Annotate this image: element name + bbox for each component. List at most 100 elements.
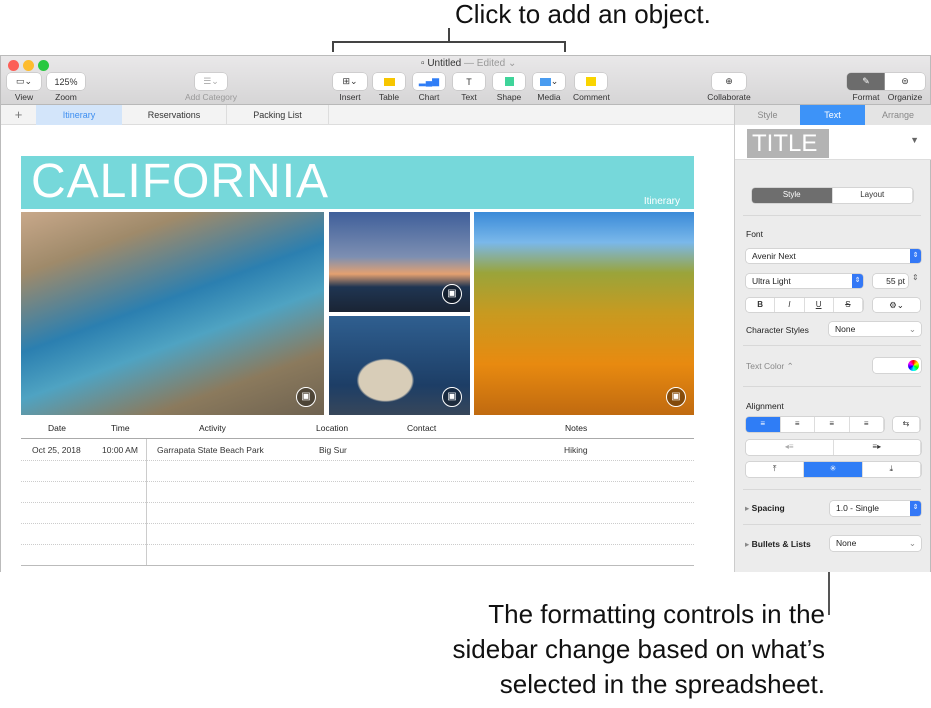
underline-button[interactable]: U: [805, 298, 834, 312]
close-button[interactable]: [8, 60, 19, 71]
disclosure-triangle-icon[interactable]: ▸: [745, 539, 749, 549]
character-styles-label: Character Styles: [746, 325, 809, 335]
add-sheet-button[interactable]: +: [1, 105, 36, 125]
line-spacing-select[interactable]: 1.0 - Single ⇕: [830, 501, 921, 516]
tab-reservations[interactable]: Reservations: [122, 105, 227, 125]
photo-sea-lions[interactable]: ▣: [329, 316, 470, 415]
align-left-icon[interactable]: ≡: [746, 417, 781, 432]
text-color-label[interactable]: Text Color ⌃: [746, 361, 794, 372]
tab-packing-list[interactable]: Packing List: [227, 105, 329, 125]
paragraph-style-picker[interactable]: TITLE ▼: [735, 125, 931, 160]
vertical-alignment[interactable]: ⤒ ✳ ⤓: [746, 462, 921, 477]
font-weight-select[interactable]: Ultra Light ⇕: [746, 274, 863, 288]
row-divider: [21, 481, 694, 482]
banner-subtitle[interactable]: Itinerary: [644, 196, 680, 207]
tab-arrange[interactable]: Arrange: [865, 105, 931, 125]
label: Collaborate: [707, 92, 751, 102]
label: Comment: [573, 92, 610, 102]
column-header-location[interactable]: Location: [316, 423, 348, 433]
justify-icon[interactable]: ≡: [850, 417, 884, 432]
photo-poppies[interactable]: ▣: [474, 212, 694, 415]
format-button[interactable]: ✎ Format: [847, 73, 885, 102]
character-styles-select[interactable]: None ⌄: [829, 322, 921, 336]
add-category-button[interactable]: ☰⌄ Add Category: [181, 73, 241, 102]
tab-text[interactable]: Text: [800, 105, 865, 125]
zoom-window-button[interactable]: [38, 60, 49, 71]
photo-coast[interactable]: ▣: [21, 212, 324, 415]
font-size-stepper[interactable]: ⇕: [912, 273, 919, 282]
insert-button[interactable]: ⊞⌄ Insert: [333, 73, 367, 102]
indent-buttons[interactable]: ◂≡ ≡▸: [746, 440, 921, 455]
document-icon: ▫: [421, 58, 425, 69]
cell-location[interactable]: Big Sur: [319, 445, 347, 455]
increase-indent-icon[interactable]: ≡▸: [834, 440, 921, 455]
bullets-select[interactable]: None ⌄: [830, 536, 921, 551]
image-icon[interactable]: ▣: [442, 387, 462, 407]
view-button[interactable]: ▭⌄ View: [7, 73, 41, 102]
italic-button[interactable]: I: [775, 298, 805, 312]
disclosure-triangle-icon[interactable]: ▸: [745, 503, 749, 513]
align-right-icon[interactable]: ≡: [815, 417, 850, 432]
dropdown-triangle-icon[interactable]: ▼: [910, 135, 919, 145]
text-direction-button[interactable]: ⇆: [893, 417, 920, 432]
label: Format: [852, 92, 880, 102]
category-list-icon: ☰⌄: [195, 73, 227, 90]
bold-button[interactable]: B: [746, 298, 776, 312]
spacing-section[interactable]: ▸ Spacing: [745, 503, 785, 514]
text-button[interactable]: T Text: [453, 73, 485, 102]
color-wheel-icon[interactable]: [908, 360, 919, 371]
segment-layout[interactable]: Layout: [833, 188, 913, 203]
label: Text: [461, 92, 477, 102]
banner-title[interactable]: CALIFORNIA: [31, 154, 329, 209]
image-icon[interactable]: ▣: [442, 284, 462, 304]
organize-button[interactable]: ⊜ Organize: [885, 73, 925, 102]
column-header-time[interactable]: Time: [111, 423, 130, 433]
align-top-icon[interactable]: ⤒: [746, 462, 805, 477]
column-header-date[interactable]: Date: [48, 423, 66, 433]
sheet-tabs: + Itinerary Reservations Packing List: [1, 105, 734, 125]
font-size-field[interactable]: 55 pt: [873, 274, 908, 288]
text-direction-icon[interactable]: ⇆: [893, 417, 920, 432]
photo-lighthouse[interactable]: ▣: [329, 212, 470, 312]
horizontal-alignment[interactable]: ≡ ≡ ≡ ≡: [746, 417, 884, 432]
table-button[interactable]: Table: [373, 73, 405, 102]
comment-button[interactable]: Comment: [573, 73, 610, 102]
shape-button[interactable]: Shape: [493, 73, 525, 102]
minimize-button[interactable]: [23, 60, 34, 71]
cell-activity[interactable]: Garrapata State Beach Park: [157, 445, 264, 455]
font-label: Font: [746, 229, 764, 239]
spacing-value: 1.0 - Single: [836, 503, 879, 513]
media-button[interactable]: ⌄ Media: [533, 73, 565, 102]
collaborate-button[interactable]: ⊕ Collaborate: [706, 73, 752, 102]
title-banner[interactable]: CALIFORNIA Itinerary: [21, 154, 694, 209]
column-header-contact[interactable]: Contact: [407, 423, 436, 433]
align-center-icon[interactable]: ≡: [781, 417, 815, 432]
column-header-activity[interactable]: Activity: [199, 423, 226, 433]
format-sidebar: Style Text Arrange TITLE ▼ Style Layout F…: [734, 105, 931, 572]
cell-time[interactable]: 10:00 AM: [102, 445, 138, 455]
label: Add Category: [185, 92, 237, 102]
font-family-select[interactable]: Avenir Next ⇕: [746, 249, 921, 263]
cell-date[interactable]: Oct 25, 2018: [32, 445, 81, 455]
image-icon[interactable]: ▣: [666, 387, 686, 407]
bullets-section[interactable]: ▸ Bullets & Lists: [745, 539, 811, 550]
tab-itinerary[interactable]: Itinerary: [36, 105, 122, 125]
chart-button[interactable]: ▂▄▆ Chart: [413, 73, 445, 102]
tab-style[interactable]: Style: [735, 105, 800, 125]
table-icon: [373, 73, 405, 90]
text-options-gear-button[interactable]: ⚙︎⌄: [873, 298, 920, 312]
text-color-well[interactable]: [873, 358, 921, 373]
text-style-buttons[interactable]: B I U S: [746, 298, 863, 312]
style-preview[interactable]: TITLE: [747, 129, 829, 158]
zoom-button[interactable]: 125% Zoom: [47, 73, 85, 102]
decrease-indent-icon[interactable]: ◂≡: [746, 440, 834, 455]
style-layout-toggle[interactable]: Style Layout: [752, 188, 913, 203]
cell-notes[interactable]: Hiking: [564, 445, 588, 455]
image-icon[interactable]: ▣: [296, 387, 316, 407]
edited-status[interactable]: — Edited: [464, 58, 505, 69]
segment-style[interactable]: Style: [752, 188, 833, 203]
column-header-notes[interactable]: Notes: [565, 423, 587, 433]
align-bottom-icon[interactable]: ⤓: [863, 462, 921, 477]
strikethrough-button[interactable]: S: [834, 298, 863, 312]
align-middle-icon[interactable]: ✳: [804, 462, 863, 477]
